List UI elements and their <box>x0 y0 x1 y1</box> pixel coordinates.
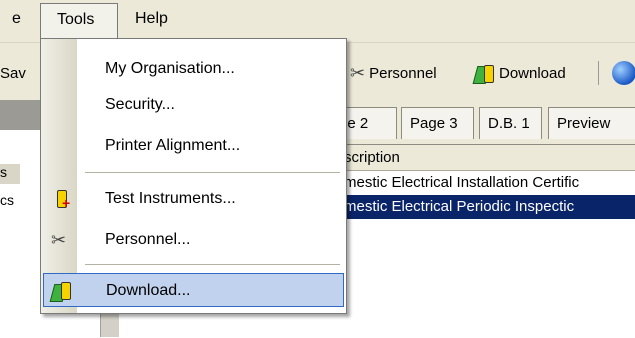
download-icon <box>472 63 495 84</box>
menu-item-personnel[interactable]: ✂ Personnel... <box>43 223 344 257</box>
download-button[interactable]: Download <box>472 63 566 84</box>
menu-item-security[interactable]: Security... <box>43 88 344 122</box>
menu-item-my-organisation[interactable]: My Organisation... <box>43 52 344 86</box>
personnel-button-label: Personnel <box>369 64 437 82</box>
menu-tools-label: Tools <box>57 11 95 28</box>
menu-bar: e Tools Help <box>0 0 635 42</box>
certificate-grid: scription mestic Electrical Installation… <box>330 144 635 338</box>
menu-file[interactable]: e <box>12 10 21 28</box>
menu-item-label: Printer Alignment... <box>105 137 241 154</box>
menu-item-label: My Organisation... <box>105 60 235 77</box>
personnel-icon: ✂ <box>51 230 67 250</box>
menu-help[interactable]: Help <box>135 10 168 28</box>
menu-item-label: Test Instruments... <box>105 190 236 207</box>
left-panel: s cs <box>0 100 45 337</box>
left-list-item[interactable]: cs <box>0 192 14 208</box>
menu-item-label: Download... <box>106 282 191 299</box>
tab-strip: ge 2 Page 3 D.B. 1 Preview <box>330 100 635 144</box>
left-list-item[interactable]: s <box>0 164 20 184</box>
main-panel: ge 2 Page 3 D.B. 1 Preview scription mes… <box>330 100 635 338</box>
test-instrument-icon: + <box>51 189 71 210</box>
menu-separator <box>85 172 340 173</box>
column-header-description[interactable]: scription <box>330 145 635 171</box>
menu-item-download[interactable]: Download... <box>43 273 344 307</box>
tab-db-1[interactable]: D.B. 1 <box>479 107 542 139</box>
menu-separator <box>85 264 340 265</box>
download-button-label: Download <box>499 64 566 82</box>
menu-tools[interactable]: Tools <box>40 3 118 39</box>
tools-dropdown-menu: My Organisation... Security... Printer A… <box>40 38 347 314</box>
table-row[interactable]: mestic Electrical Installation Certific <box>330 171 635 195</box>
tab-page-3[interactable]: Page 3 <box>401 107 474 139</box>
save-button[interactable]: Sav <box>0 65 26 82</box>
help-icon[interactable] <box>612 61 635 85</box>
left-panel-header <box>0 100 45 130</box>
table-row-selected[interactable]: mestic Electrical Periodic Inspectic <box>330 195 635 219</box>
toolbar-separator <box>598 61 599 85</box>
menu-item-test-instruments[interactable]: + Test Instruments... <box>43 182 344 216</box>
menu-item-label: Security... <box>105 96 175 113</box>
menu-item-label: Personnel... <box>105 231 191 248</box>
download-icon <box>49 281 72 302</box>
tab-preview[interactable]: Preview <box>548 107 635 139</box>
personnel-icon: ✂ <box>350 63 366 83</box>
menu-item-printer-alignment[interactable]: Printer Alignment... <box>43 129 344 163</box>
personnel-button[interactable]: ✂ Personnel <box>350 63 437 83</box>
